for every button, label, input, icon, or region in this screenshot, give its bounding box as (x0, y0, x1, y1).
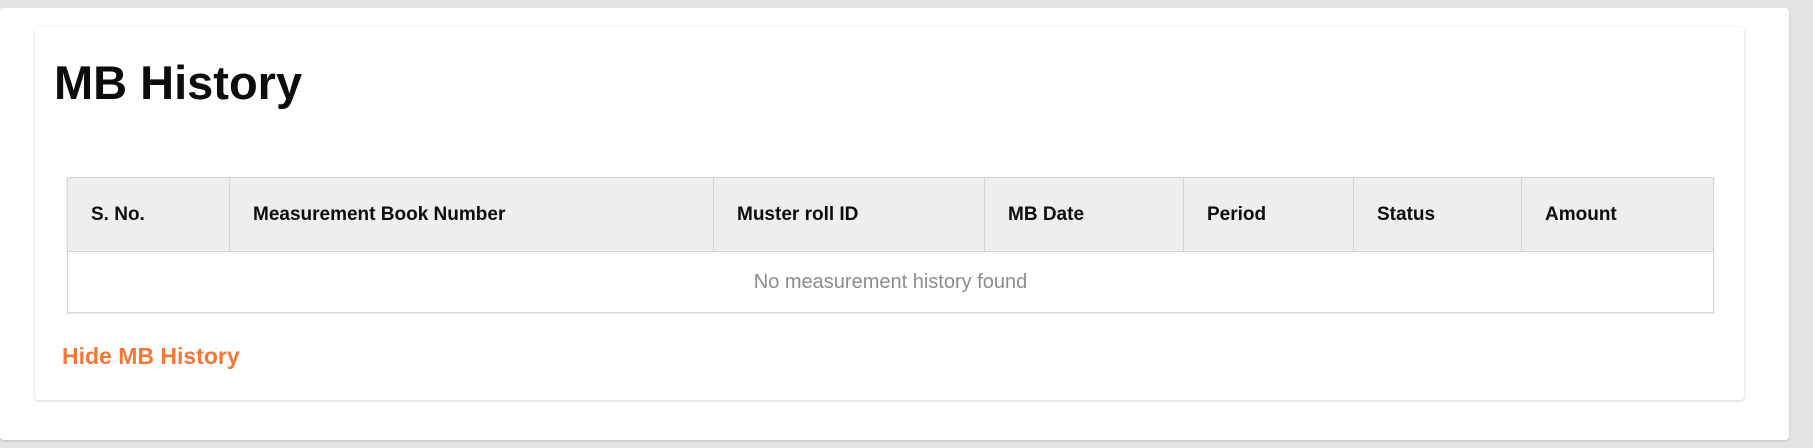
column-header-amount: Amount (1521, 177, 1714, 252)
mb-history-card: MB History S. No. Measurement Book Numbe… (35, 27, 1744, 400)
hide-mb-history-link[interactable]: Hide MB History (62, 343, 240, 370)
mb-history-table: S. No. Measurement Book Number Muster ro… (67, 177, 1714, 313)
column-header-serial-no: S. No. (67, 177, 230, 252)
empty-table-message: No measurement history found (67, 251, 1714, 313)
column-header-mb-date: MB Date (984, 177, 1184, 252)
table-header-row: S. No. Measurement Book Number Muster ro… (67, 177, 1714, 252)
column-header-period: Period (1183, 177, 1354, 252)
column-header-status: Status (1353, 177, 1522, 252)
page-title: MB History (54, 56, 303, 109)
page-container: MB History S. No. Measurement Book Numbe… (0, 8, 1789, 440)
column-header-measurement-book-number: Measurement Book Number (229, 177, 714, 252)
table-row: No measurement history found (67, 251, 1714, 313)
column-header-muster-roll-id: Muster roll ID (713, 177, 985, 252)
